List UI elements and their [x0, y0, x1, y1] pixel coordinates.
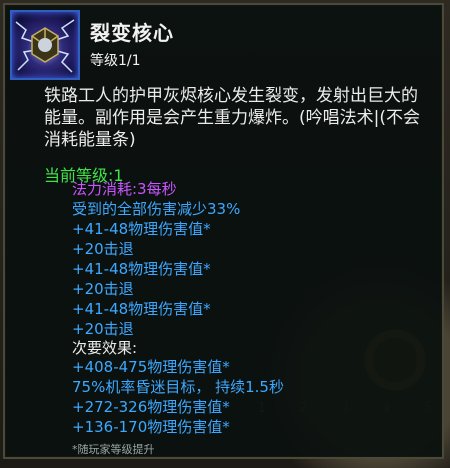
stat-line: +41-48物理伤害值* — [72, 260, 211, 278]
ability-description: 铁路工人的护甲灰烬核心发生裂变，发射出巨大的能量。副作用是会产生重力爆炸。(吟唱… — [44, 86, 420, 150]
secondary-effects-label: 次要效果: — [72, 339, 138, 357]
stat-line: +41-48物理伤害值* — [72, 300, 211, 318]
footnote: *随玩家等级提升 — [72, 443, 155, 456]
stat-line: +20击退 — [72, 240, 134, 258]
stat-list: 法力消耗:3每秒 受到的全部伤害减少33% +41-48物理伤害值* +20击退… — [72, 179, 432, 339]
stat-line: +20击退 — [72, 320, 134, 338]
stat-line: 受到的全部伤害减少33% — [72, 200, 241, 218]
fission-core-icon — [10, 10, 80, 80]
ability-name: 裂变核心 — [90, 21, 174, 45]
secondary-stat-list: +408-475物理伤害值* 75%机率昏迷目标， 持续1.5秒 +272-32… — [72, 357, 284, 437]
secondary-stat-line: 75%机率昏迷目标， 持续1.5秒 — [72, 378, 284, 396]
stat-line: +41-48物理伤害值* — [72, 220, 211, 238]
stat-line: +20击退 — [72, 280, 134, 298]
mana-cost: 法力消耗:3每秒 — [72, 180, 177, 198]
secondary-stat-line: +136-170物理伤害值* — [72, 418, 230, 436]
ability-level: 等级1/1 — [90, 53, 141, 69]
ability-tooltip: 裂变核心 等级1/1 铁路工人的护甲灰烬核心发生裂变，发射出巨大的能量。副作用是… — [3, 3, 444, 459]
secondary-stat-line: +272-326物理伤害值* — [72, 398, 230, 416]
secondary-stat-line: +408-475物理伤害值* — [72, 358, 230, 376]
